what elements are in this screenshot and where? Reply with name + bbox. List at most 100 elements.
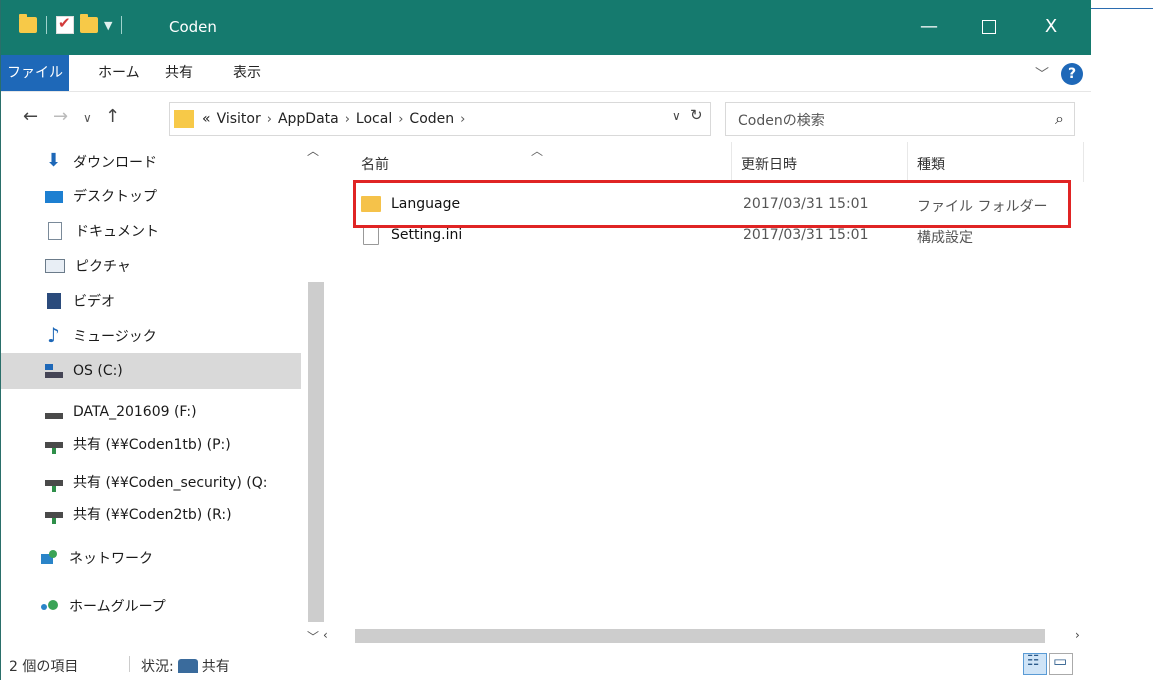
highlight-box xyxy=(353,180,1071,228)
nav-item-share-r[interactable]: 共有 (¥¥Coden2tb) (R:) xyxy=(1,496,301,532)
document-icon xyxy=(48,222,62,240)
nav-item-label: ネットワーク xyxy=(69,551,153,567)
breadcrumb-overflow[interactable]: « xyxy=(202,111,211,127)
nav-item-share-p[interactable]: 共有 (¥¥Coden1tb) (P:) xyxy=(1,426,301,462)
search-placeholder: Codenの検索 xyxy=(738,113,825,129)
nav-item-label: ドキュメント xyxy=(75,224,159,240)
file-date: 2017/03/31 15:01 xyxy=(743,227,869,243)
up-arrow-icon[interactable]: ↑ xyxy=(105,106,120,127)
nav-item-label: ホームグループ xyxy=(69,599,166,615)
folder-icon xyxy=(174,110,194,128)
properties-icon[interactable] xyxy=(56,14,74,34)
separator xyxy=(46,16,47,34)
nav-item-label: DATA_201609 (F:) xyxy=(73,404,197,420)
tab-view[interactable]: 表示 xyxy=(233,55,261,91)
explorer-window: ▼ Coden — X ファイル ホーム 共有 表示 ﹀ ? ← → ∨ ↑ «… xyxy=(0,0,1091,680)
nav-item-downloads[interactable]: ダウンロード xyxy=(1,144,301,180)
recent-locations-icon[interactable]: ∨ xyxy=(83,111,92,125)
os-drive-icon xyxy=(45,364,63,378)
forward-arrow-icon[interactable]: → xyxy=(53,106,68,127)
drive-icon xyxy=(45,413,63,419)
nav-item-label: ダウンロード xyxy=(73,155,157,171)
minimize-button[interactable]: — xyxy=(909,12,949,42)
window-title: Coden xyxy=(169,18,217,36)
download-icon xyxy=(45,150,63,171)
music-icon xyxy=(45,323,63,347)
breadcrumb-coden[interactable]: Coden xyxy=(409,111,454,127)
scroll-down-icon[interactable]: ﹀ xyxy=(307,628,319,645)
status-divider xyxy=(129,656,130,672)
customize-dropdown-icon[interactable]: ▼ xyxy=(104,19,112,32)
nav-item-os-drive[interactable]: OS (C:) xyxy=(1,353,301,389)
horizontal-scrollbar[interactable]: ‹ › xyxy=(323,627,1091,647)
column-divider[interactable] xyxy=(907,142,908,182)
quick-access-toolbar: ▼ xyxy=(19,14,125,34)
nav-item-label: 共有 (¥¥Coden_security) (Q: xyxy=(73,475,268,491)
folder-icon[interactable] xyxy=(19,14,37,33)
scroll-up-icon[interactable]: ︿ xyxy=(307,142,319,159)
column-header: ︿ 名前 更新日時 種類 xyxy=(331,142,1091,182)
file-name: Setting.ini xyxy=(391,227,463,243)
nav-item-music[interactable]: ミュージック xyxy=(1,318,301,354)
item-count: 2 個の項目 xyxy=(9,659,79,675)
nav-item-network[interactable]: ネットワーク xyxy=(1,540,301,576)
search-input[interactable]: Codenの検索 ⌕ xyxy=(725,102,1075,136)
separator xyxy=(121,16,123,34)
tab-home[interactable]: ホーム xyxy=(98,55,140,91)
search-icon[interactable]: ⌕ xyxy=(1055,109,1064,129)
network-drive-icon xyxy=(45,480,63,492)
nav-item-homegroup[interactable]: ホームグループ xyxy=(1,588,301,624)
column-name[interactable]: 名前 xyxy=(361,154,389,174)
refresh-icon[interactable]: ↻ xyxy=(690,106,703,124)
scrollbar-thumb[interactable] xyxy=(308,282,324,622)
status-bar: 2 個の項目 状況: 共有 xyxy=(1,648,1091,680)
back-arrow-icon[interactable]: ← xyxy=(23,106,38,127)
column-divider[interactable] xyxy=(731,142,732,182)
file-type: 構成設定 xyxy=(917,230,973,246)
maximize-button[interactable] xyxy=(969,12,1009,42)
nav-item-pictures[interactable]: ピクチャ xyxy=(1,248,301,284)
breadcrumb-separator[interactable]: › xyxy=(398,112,403,127)
nav-item-label: ピクチャ xyxy=(75,259,131,275)
nav-item-documents[interactable]: ドキュメント xyxy=(1,213,301,249)
breadcrumb-local[interactable]: Local xyxy=(356,111,392,127)
users-icon xyxy=(177,659,198,673)
scrollbar-thumb[interactable] xyxy=(355,629,1045,643)
tab-file[interactable]: ファイル xyxy=(1,55,69,91)
scroll-right-icon[interactable]: › xyxy=(1075,628,1080,642)
close-button[interactable]: X xyxy=(1031,12,1071,42)
column-type[interactable]: 種類 xyxy=(917,154,945,174)
breadcrumb-appdata[interactable]: AppData xyxy=(278,111,339,127)
tab-share[interactable]: 共有 xyxy=(165,55,193,91)
navigation-scrollbar[interactable]: ︿ ﹀ xyxy=(302,142,326,648)
nav-item-desktop[interactable]: デスクトップ xyxy=(1,178,301,214)
navigation-pane: ダウンロード デスクトップ ドキュメント ピクチャ ビデオ ミュージック OS … xyxy=(1,142,301,648)
nav-item-label: 共有 (¥¥Coden1tb) (P:) xyxy=(73,437,231,453)
column-divider[interactable] xyxy=(1083,142,1084,182)
column-date[interactable]: 更新日時 xyxy=(741,154,797,174)
breadcrumb-separator[interactable]: › xyxy=(460,112,465,127)
nav-item-label: ビデオ xyxy=(73,294,115,310)
network-drive-icon xyxy=(45,442,63,454)
nav-item-label: OS (C:) xyxy=(73,363,123,379)
expand-ribbon-icon[interactable]: ﹀ xyxy=(1035,64,1049,84)
address-bar[interactable]: « Visitor › AppData › Local › Coden › ∨ … xyxy=(169,102,711,136)
maximize-icon xyxy=(982,20,996,34)
nav-item-videos[interactable]: ビデオ xyxy=(1,283,301,319)
state-label: 状況: xyxy=(141,659,174,675)
ribbon: ファイル ホーム 共有 表示 ﹀ ? xyxy=(1,55,1091,92)
nav-item-share-q[interactable]: 共有 (¥¥Coden_security) (Q: xyxy=(1,464,301,500)
help-icon[interactable]: ? xyxy=(1061,63,1083,85)
breadcrumb-visitor[interactable]: Visitor xyxy=(217,111,261,127)
picture-icon xyxy=(45,259,65,273)
nav-item-data-drive[interactable]: DATA_201609 (F:) xyxy=(1,394,301,430)
address-dropdown-icon[interactable]: ∨ xyxy=(672,109,681,123)
large-icons-view-icon[interactable] xyxy=(1049,652,1073,675)
details-view-icon[interactable] xyxy=(1023,653,1047,675)
scroll-left-icon[interactable]: ‹ xyxy=(323,628,328,642)
breadcrumb-separator[interactable]: › xyxy=(267,112,272,127)
new-folder-icon[interactable] xyxy=(80,14,98,33)
network-icon xyxy=(41,550,59,566)
breadcrumb-separator[interactable]: › xyxy=(345,112,350,127)
sort-ascending-icon: ︿ xyxy=(531,144,544,158)
